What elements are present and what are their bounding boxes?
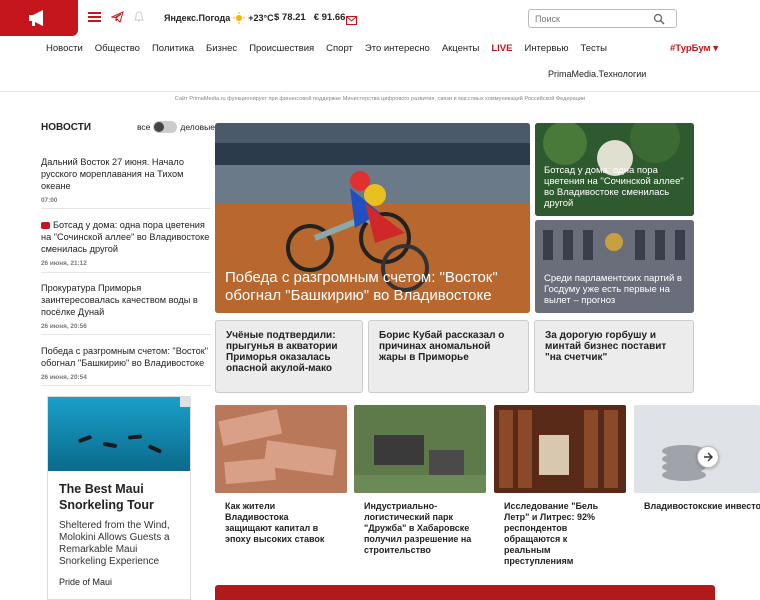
nav-item-live[interactable]: LIVE <box>491 43 512 54</box>
ad-description: Sheltered from the Wind, Molokini Allows… <box>59 520 170 567</box>
funding-notice: Сайт PrimaMedia.ru функционирует при фин… <box>174 96 586 102</box>
carousel-caption: Как жители Владивостока защищают капитал… <box>225 501 325 544</box>
ad-title: The Best Maui Snorkeling Tour <box>59 482 154 512</box>
news-time: 07:00 <box>41 197 58 204</box>
article-image <box>494 405 626 493</box>
nav-item-news[interactable]: Новости <box>46 43 83 54</box>
carousel-item[interactable]: Индустриально-логистический парк "Дружба… <box>354 405 486 556</box>
nav-item-turbum[interactable]: #ТурБум ▾ <box>670 43 718 54</box>
toggle-all-label: все <box>137 122 151 132</box>
currency-rates: $ 78.21 € 91.66 <box>274 12 345 23</box>
carousel-caption: Исследование "Бель Летр" и Литрес: 92% р… <box>504 501 599 566</box>
bottom-banner[interactable] <box>215 585 715 600</box>
nav-item-business[interactable]: Бизнес <box>206 43 237 54</box>
mail-icon[interactable] <box>346 12 357 30</box>
nav-item-tests[interactable]: Тесты <box>581 43 607 54</box>
news-time: 26 июня, 21:12 <box>41 260 87 267</box>
sun-icon <box>233 12 246 24</box>
carousel-next-button[interactable] <box>697 446 719 468</box>
news-title: Ботсад у дома: одна пора цветения на "Со… <box>41 220 210 254</box>
ad-image <box>48 397 190 471</box>
arrow-right-icon <box>704 452 713 462</box>
news-item[interactable]: Дальний Восток 27 июня. Начало русского … <box>41 156 211 207</box>
divider <box>41 208 211 209</box>
article-image <box>354 405 486 493</box>
divider <box>41 385 211 386</box>
ad-brand: Pride of Maui <box>59 577 113 587</box>
news-item[interactable]: Победа с разгромным счетом: "Восток" обо… <box>41 345 211 384</box>
usd-rate: $ 78.21 <box>274 12 306 23</box>
article-card-title: Учёные подтвердили: прыгунья в акватории… <box>226 330 338 374</box>
menu-icon[interactable] <box>88 10 101 24</box>
divider <box>0 91 760 92</box>
megaphone-icon <box>29 10 43 26</box>
news-time: 26 июня, 20:56 <box>41 323 87 330</box>
news-item[interactable]: Ботсад у дома: одна пора цветения на "Со… <box>41 219 211 270</box>
nav-item-accents[interactable]: Акценты <box>442 43 480 54</box>
news-filter-toggle[interactable]: все деловые <box>137 121 215 133</box>
side-article[interactable]: Среди парламентских партий в Госдуму уже… <box>535 220 694 313</box>
carousel-caption: Владивостокские инвесторы ищут возможнос… <box>644 501 760 511</box>
weather-label: Яндекс.Погода <box>164 13 231 23</box>
weather-widget[interactable]: Яндекс.Погода +23°C <box>164 12 274 24</box>
nav-item-sport[interactable]: Спорт <box>326 43 353 54</box>
side-caption: Среди парламентских партий в Госдуму уже… <box>544 273 682 306</box>
toggle-switch[interactable] <box>153 121 178 133</box>
nav-item-interview[interactable]: Интервью <box>524 43 568 54</box>
article-card[interactable]: Борис Кубай рассказал о причинах аномаль… <box>368 320 529 393</box>
news-time: 26 июня, 20:54 <box>41 374 87 381</box>
hero-caption: Победа с разгромным счетом: "Восток" обо… <box>225 269 498 304</box>
telegram-icon[interactable] <box>111 11 124 23</box>
news-heading: НОВОСТИ <box>41 122 92 133</box>
logo[interactable] <box>0 0 78 36</box>
turbum-label: #ТурБум <box>670 43 711 54</box>
camera-icon <box>41 222 50 229</box>
carousel-caption: Индустриально-логистический парк "Дружба… <box>364 501 472 555</box>
article-card-title: За дорогую горбушу и минтай бизнес поста… <box>545 330 667 363</box>
side-caption: Ботсад у дома: одна пора цветения на "Со… <box>544 165 684 209</box>
chevron-down-icon: ▾ <box>713 43 718 54</box>
search-box[interactable] <box>528 9 677 28</box>
toggle-business-label: деловые <box>180 122 215 132</box>
article-card[interactable]: За дорогую горбушу и минтай бизнес поста… <box>534 320 694 393</box>
nav-item-incidents[interactable]: Происшествия <box>249 43 314 54</box>
carousel-item[interactable]: Исследование "Бель Летр" и Литрес: 92% р… <box>494 405 626 567</box>
divider <box>41 272 211 273</box>
article-image <box>634 405 760 493</box>
weather-value: +23°C <box>248 13 274 23</box>
nav-item-society[interactable]: Общество <box>95 43 140 54</box>
article-card-title: Борис Кубай рассказал о причинах аномаль… <box>379 330 505 363</box>
nav-item-politics[interactable]: Политика <box>152 43 194 54</box>
search-input[interactable] <box>535 13 653 24</box>
article-image <box>215 405 347 493</box>
bell-icon[interactable] <box>134 11 144 23</box>
hero-article[interactable]: Победа с разгромным счетом: "Восток" обо… <box>215 123 530 313</box>
news-item[interactable]: Прокуратура Приморья заинтересовалась ка… <box>41 282 211 333</box>
carousel-item[interactable]: Как жители Владивостока защищают капитал… <box>215 405 347 545</box>
news-title: Прокуратура Приморья заинтересовалась ка… <box>41 283 198 317</box>
eur-rate: € 91.66 <box>313 12 346 23</box>
news-title: Победа с разгромным счетом: "Восток" обо… <box>41 346 209 368</box>
news-title: Дальний Восток 27 июня. Начало русского … <box>41 157 184 191</box>
main-nav: Новости Общество Политика Бизнес Происше… <box>46 43 760 54</box>
adchoices-icon[interactable] <box>180 397 190 407</box>
search-icon[interactable] <box>653 13 665 25</box>
advertisement[interactable]: The Best Maui Snorkeling Tour Sheltered … <box>47 396 191 600</box>
nav-item-interesting[interactable]: Это интересно <box>365 43 430 54</box>
divider <box>41 334 211 335</box>
side-article[interactable]: Ботсад у дома: одна пора цветения на "Со… <box>535 123 694 216</box>
subnav-technologies[interactable]: PrimaMedia.Технологии <box>548 69 646 79</box>
article-card[interactable]: Учёные подтвердили: прыгунья в акватории… <box>215 320 363 393</box>
